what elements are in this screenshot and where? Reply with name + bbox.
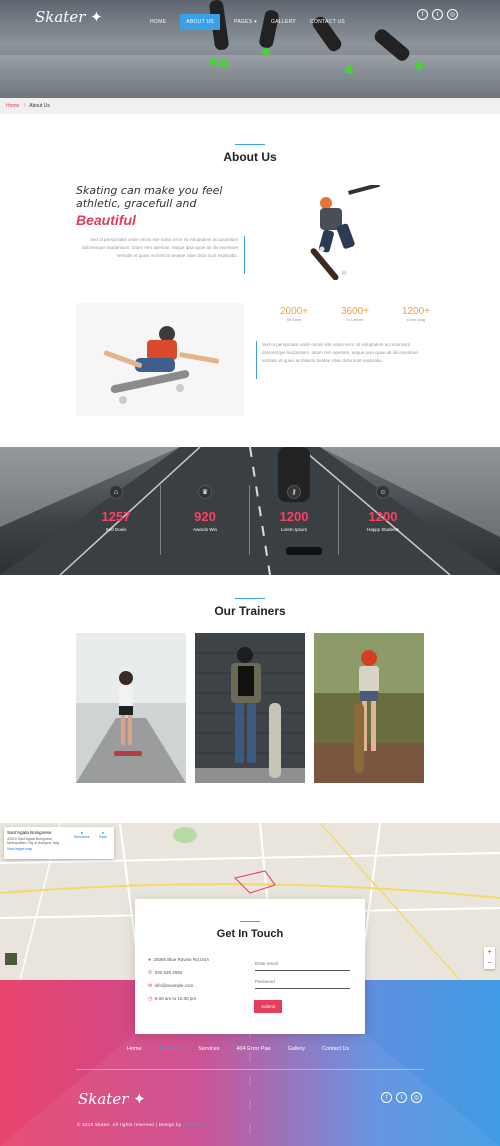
contact-title: Get In Touch: [216, 928, 284, 940]
contact-phone: ✆ 032 625 4592: [148, 970, 183, 976]
counter-section: ⌂ 1257 Sed Doeis ♛ 920 Awards Win ⚷ 1200…: [0, 447, 500, 575]
contact-info-list: ● 25095 Blue Ravine Rd,USA ✆ 032 625 459…: [148, 957, 209, 1002]
trainer-card-2[interactable]: [195, 633, 305, 783]
twitter-icon[interactable]: t: [396, 1092, 407, 1103]
phone-icon: ✆: [148, 970, 153, 976]
nav-contact-us[interactable]: Contact Us: [310, 19, 345, 25]
trainers-title: Our Trainers: [214, 604, 286, 618]
footer-nav-about-us[interactable]: About Us: [159, 1046, 182, 1052]
hero-road: [0, 55, 500, 98]
footer-nav: Home About Us Services 404 Error Pae Gal…: [127, 1046, 349, 1052]
skate-wheel: [345, 66, 353, 74]
contact-hours: ◷ 9.00 am to 10.00 pm: [148, 996, 197, 1002]
footer-nav-services[interactable]: Services: [198, 1046, 219, 1052]
counter-item: ⚷ 1200 Lorem Ipsum: [254, 485, 334, 532]
footer-nav-404[interactable]: 404 Error Pae: [236, 1046, 270, 1052]
submit-button[interactable]: Submit: [254, 1000, 283, 1013]
counter-divider: [338, 485, 339, 555]
trainer-card-3[interactable]: [314, 633, 424, 783]
footer-logo[interactable]: Skater ✦: [78, 1090, 146, 1108]
contact-address: ● 25095 Blue Ravine Rd,USA: [148, 957, 210, 963]
social-links: f t ◎: [417, 9, 458, 20]
footer-nav-contact-us[interactable]: Contact Us: [322, 1046, 349, 1052]
footer-divider: [76, 1069, 424, 1070]
breadcrumb: Home / About Us: [0, 98, 500, 114]
footer-nav-home[interactable]: Home: [127, 1046, 142, 1052]
title-accent-line: [235, 598, 265, 599]
contact-email: ✉ info@example.com: [148, 983, 194, 989]
zoom-in-button[interactable]: +: [484, 947, 495, 958]
instagram-icon[interactable]: ◎: [447, 9, 458, 20]
skater-jump-image: [310, 185, 380, 280]
breadcrumb-current: About Us: [29, 103, 50, 109]
map-pin-icon: ●: [148, 957, 152, 963]
nav-gallery[interactable]: Gallery: [271, 19, 296, 25]
contact-card: Get In Touch ● 25095 Blue Ravine Rd,USA …: [135, 899, 365, 1034]
site-logo[interactable]: Skater ✦: [35, 8, 103, 26]
stat-item: 1200+ Enim Mag: [401, 306, 431, 322]
road-background: [0, 447, 500, 575]
breadcrumb-home[interactable]: Home: [6, 103, 19, 109]
map-zoom-controls: + −: [484, 947, 495, 969]
skate-wheel: [220, 60, 228, 68]
paragraph-divider: [256, 341, 257, 379]
about-quote-highlight: Beautiful: [76, 212, 136, 228]
email-field[interactable]: Enter email: [255, 961, 350, 971]
trophy-icon: ♛: [198, 485, 212, 499]
title-accent-line: [235, 144, 265, 145]
about-title: About Us: [223, 150, 277, 164]
title-accent-line: [240, 921, 260, 922]
facebook-icon[interactable]: f: [381, 1092, 392, 1103]
counter-divider: [160, 485, 161, 555]
about-quote: Skating can make you feel athletic, grac…: [76, 184, 223, 210]
about-paragraph-2: Sed ut perspiciatis unde omnis iste natu…: [262, 342, 418, 363]
map-place-name: Sant'Agata Bolognese: [7, 830, 52, 835]
home-icon: ⌂: [109, 485, 123, 499]
counter-divider: [249, 485, 250, 555]
hero-banner: Skater ✦ Home About Us Pages ▾ Gallery C…: [0, 0, 500, 98]
twitter-icon[interactable]: t: [432, 9, 443, 20]
counter-item: ♛ 920 Awards Win: [165, 485, 245, 532]
trainer-card-1[interactable]: [76, 633, 186, 783]
skate-wheel: [415, 62, 423, 70]
view-larger-map-link[interactable]: View larger map: [7, 847, 111, 851]
map-info-card: Sant'Agata Bolognese 40019 Sant'Agata Bo…: [4, 827, 114, 859]
nav-about-us[interactable]: About Us: [180, 14, 221, 30]
zoom-out-button[interactable]: −: [484, 958, 495, 969]
skate-wheel: [210, 58, 218, 66]
paragraph-divider: [244, 236, 245, 274]
counter-item: ☺ 1200 Happy Students: [343, 485, 423, 532]
facebook-icon[interactable]: f: [417, 9, 428, 20]
stat-item: 3600+ In Labore: [340, 306, 370, 322]
stat-item: 2000+ Sit Amet: [279, 306, 309, 322]
main-nav: Home About Us Pages ▾ Gallery Contact Us: [150, 14, 345, 30]
directions-button[interactable]: ➤ Directions: [74, 831, 90, 839]
footer-nav-gallery[interactable]: Gallery: [288, 1046, 305, 1052]
map-address: 40019 Sant'Agata Bolognese, Metropolitan…: [7, 837, 60, 845]
skater-trick-image: [103, 326, 220, 404]
save-button[interactable]: ★ Save: [99, 831, 107, 839]
skate-wheel: [262, 48, 270, 56]
footer-social-links: f t ◎: [381, 1092, 422, 1103]
instagram-icon[interactable]: ◎: [411, 1092, 422, 1103]
smile-icon: ☺: [376, 485, 390, 499]
counter-item: ⌂ 1257 Sed Doeis: [76, 485, 156, 532]
password-field[interactable]: Password: [255, 979, 350, 989]
nav-home[interactable]: Home: [150, 19, 180, 25]
envelope-icon: ✉: [148, 983, 153, 989]
key-icon: ⚷: [287, 485, 301, 499]
about-stats: 2000+ Sit Amet 3600+ In Labore 1200+ Eni…: [276, 306, 434, 322]
about-paragraph-1: Sed ut perspiciatis unde omnis iste natu…: [82, 237, 238, 258]
nav-pages[interactable]: Pages ▾: [234, 19, 257, 25]
clock-icon: ◷: [148, 996, 153, 1002]
copyright: © 2018 Skater. All rights reserved | Des…: [77, 1122, 207, 1127]
chevron-down-icon: ▾: [254, 19, 257, 25]
designer-link[interactable]: W3layouts: [183, 1122, 207, 1127]
